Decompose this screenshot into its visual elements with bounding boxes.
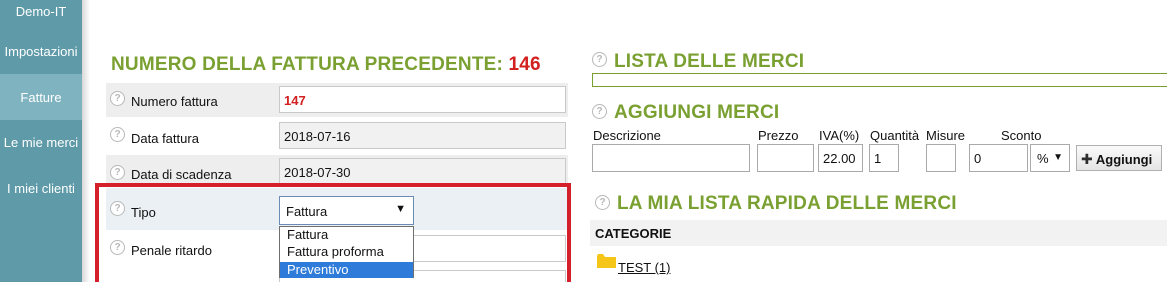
quick-list-heading: LA MIA LISTA RAPIDA DELLE MERCI [617,193,957,214]
help-icon[interactable]: ? [592,104,607,119]
iva-input[interactable]: 22.00 [818,144,863,172]
sidebar-item-i-miei-clienti[interactable]: I miei clienti [0,181,82,201]
sidebar-shadow [82,0,90,282]
categories-bar: CATEGORIE [590,220,1167,246]
dropdown-arrow-icon: ▼ [1053,152,1063,163]
add-goods-button-label: Aggiungi [1095,152,1153,167]
quantita-input[interactable]: 1 [869,144,899,172]
invoice-heading-text: NUMERO DELLA FATTURA PRECEDENTE: [111,54,504,75]
numero-fattura-label: Numero fattura [131,94,218,109]
misure-label: Misure [926,128,966,143]
goods-list-heading: LISTA DELLE MERCI [614,51,805,72]
goods-list-bar [592,73,1167,87]
data-fattura-label: Data fattura [131,131,199,146]
prezzo-input[interactable] [757,144,814,172]
add-goods-button[interactable]: ✚ Aggiungi [1076,145,1162,171]
highlight-frame [95,183,571,282]
quantita-label: Quantità [870,128,920,143]
sidebar-item-label: Demo-IT [15,4,67,19]
data-fattura-field[interactable]: 2018-07-16 [279,122,566,149]
iva-label: IVA(%) [819,128,860,143]
sidebar-item-impostazioni[interactable]: Impostazioni [0,44,82,64]
sconto-input[interactable]: 0 [969,144,1028,172]
previous-invoice-number: 146 [508,54,541,75]
data-scadenza-label: Data di scadenza [131,167,232,182]
categories-label: CATEGORIE [595,226,672,241]
sidebar-item-demo-it[interactable]: Demo-IT [0,4,82,24]
sconto-unit-select[interactable]: % ▼ [1030,144,1070,172]
sidebar-item-le-mie-merci[interactable]: Le mie merci [0,135,82,155]
row-data-scadenza: ? Data di scadenza 2018-07-30 [106,155,568,185]
sconto-label: Sconto [1001,128,1042,143]
invoice-heading: NUMERO DELLA FATTURA PRECEDENTE: 146 [111,54,541,76]
row-data-fattura: ? Data fattura 2018-07-16 [106,119,568,153]
sidebar-item-label: I miei clienti [7,181,75,196]
category-link-test[interactable]: TEST (1) [618,260,671,275]
folder-icon [597,254,616,268]
row-numero-fattura: ? Numero fattura 147 [106,83,568,117]
prezzo-label: Prezzo [758,128,799,143]
help-icon[interactable]: ? [595,195,610,210]
sidebar-item-label: Le mie merci [3,135,79,150]
sidebar-item-fatture[interactable]: Fatture [0,74,82,120]
sidebar-item-label: Impostazioni [4,44,78,59]
help-icon[interactable]: ? [110,91,125,106]
sidebar: Demo-IT Impostazioni Fatture Le mie merc… [0,0,82,282]
sidebar-item-label: Fatture [20,90,62,105]
help-icon[interactable]: ? [110,127,125,142]
misure-input[interactable] [926,144,956,172]
descrizione-input[interactable] [592,144,750,172]
help-icon[interactable]: ? [110,165,125,180]
add-goods-heading: AGGIUNGI MERCI [614,102,780,123]
descrizione-label: Descrizione [593,128,661,143]
help-icon[interactable]: ? [592,52,607,67]
plus-icon: ✚ [1081,151,1093,167]
numero-fattura-field[interactable]: 147 [279,86,566,113]
sconto-unit-value: % [1037,151,1049,166]
data-scadenza-field[interactable]: 2018-07-30 [279,158,566,185]
